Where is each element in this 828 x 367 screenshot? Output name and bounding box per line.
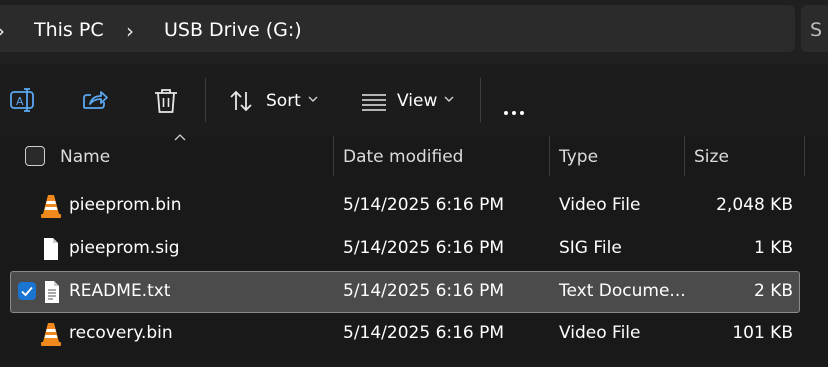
file-size: 1 KB: [753, 238, 793, 258]
column-divider[interactable]: [684, 136, 685, 176]
breadcrumb-overflow-chevron-icon[interactable]: ›: [0, 19, 5, 43]
file-date-modified: 5/14/2025 6:16 PM: [343, 323, 505, 343]
column-divider[interactable]: [333, 136, 334, 176]
chevron-down-icon: [308, 96, 318, 102]
file-date-modified: 5/14/2025 6:16 PM: [343, 238, 505, 258]
chevron-down-icon: [444, 96, 454, 102]
column-header-row: Name Date modified Type Size: [0, 134, 828, 178]
view-button[interactable]: View: [356, 64, 462, 136]
sort-ascending-caret-icon: [174, 134, 186, 141]
column-header-date-modified[interactable]: Date modified: [343, 147, 463, 167]
share-button[interactable]: [76, 80, 112, 120]
column-header-size[interactable]: Size: [694, 147, 729, 167]
breadcrumb-separator-chevron-icon[interactable]: ›: [126, 19, 134, 43]
column-divider[interactable]: [804, 136, 805, 176]
view-icon: [362, 94, 386, 111]
file-type: Text Docume...: [559, 281, 686, 301]
vlc-icon: [41, 323, 61, 346]
delete-icon: [155, 89, 177, 113]
rename-button[interactable]: A: [6, 80, 40, 120]
file-row-pieeprom-bin[interactable]: pieeprom.bin 5/14/2025 6:16 PM Video Fil…: [10, 186, 798, 226]
toolbar-divider: [480, 78, 481, 122]
breadcrumb-usb-drive[interactable]: USB Drive (G:): [164, 19, 302, 41]
file-row-readme-txt[interactable]: README.txt 5/14/2025 6:16 PM Text Docume…: [10, 271, 800, 313]
file-row-pieeprom-sig[interactable]: pieeprom.sig 5/14/2025 6:16 PM SIG File …: [10, 229, 798, 269]
file-type: SIG File: [559, 238, 622, 258]
file-size: 2,048 KB: [716, 195, 793, 215]
more-options-icon: [504, 100, 528, 119]
file-size: 2 KB: [753, 281, 793, 301]
select-all-checkbox[interactable]: [25, 146, 45, 166]
search-input[interactable]: S: [801, 5, 828, 52]
file-name: pieeprom.sig: [69, 238, 180, 258]
file-type: Video File: [559, 323, 641, 343]
address-bar-region: › This PC › USB Drive (G:) S: [0, 0, 828, 64]
file-row-recovery-bin[interactable]: recovery.bin 5/14/2025 6:16 PM Video Fil…: [10, 314, 798, 354]
text-file-icon: [45, 281, 59, 303]
file-date-modified: 5/14/2025 6:16 PM: [343, 195, 505, 215]
column-divider[interactable]: [549, 136, 550, 176]
column-header-type[interactable]: Type: [559, 147, 598, 167]
breadcrumb-this-pc[interactable]: This PC: [34, 19, 104, 41]
view-label: View: [397, 91, 438, 111]
file-icon: [44, 238, 58, 260]
search-placeholder-partial: S: [810, 19, 823, 41]
column-header-name[interactable]: Name: [60, 147, 110, 167]
see-more-button[interactable]: [496, 80, 540, 120]
delete-button[interactable]: [148, 80, 184, 120]
file-type: Video File: [559, 195, 641, 215]
row-checkbox-checked[interactable]: [18, 282, 36, 300]
file-size: 101 KB: [732, 323, 793, 343]
file-name: README.txt: [69, 281, 171, 301]
file-name: recovery.bin: [69, 323, 173, 343]
file-date-modified: 5/14/2025 6:16 PM: [343, 281, 505, 301]
file-name: pieeprom.bin: [69, 195, 182, 215]
rename-icon: A: [10, 88, 34, 112]
vlc-icon: [41, 195, 61, 218]
share-icon: [83, 91, 108, 109]
sort-button[interactable]: Sort: [224, 64, 328, 136]
checkmark-icon: [21, 286, 33, 297]
file-list: Name Date modified Type Size pieeprom.bi…: [0, 134, 828, 367]
svg-text:A: A: [16, 95, 24, 108]
address-bar[interactable]: › This PC › USB Drive (G:): [0, 5, 795, 52]
toolbar-divider: [205, 78, 206, 122]
command-bar: A Sort View: [0, 64, 828, 136]
sort-icon: [230, 90, 252, 112]
sort-label: Sort: [266, 91, 301, 111]
